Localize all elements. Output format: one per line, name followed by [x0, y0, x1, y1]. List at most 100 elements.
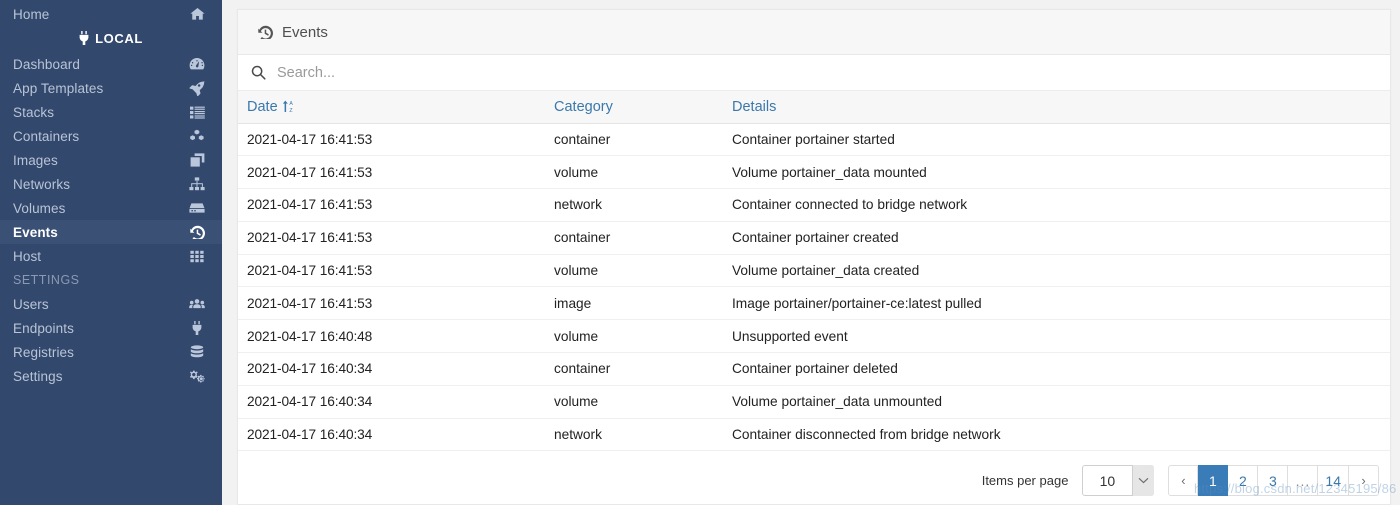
cell-category: volume	[546, 155, 724, 190]
panel-header: Events	[238, 10, 1390, 55]
sort-alpha-up-icon: A Z	[282, 100, 296, 113]
items-per-page-select[interactable]: 102550100	[1082, 465, 1155, 496]
table-row[interactable]: 2021-04-17 16:41:53 container Container po…	[238, 221, 1390, 255]
cell-details: Volume portainer_data created	[724, 254, 1390, 288]
sidebar-item-containers[interactable]: Containers	[0, 124, 222, 148]
main-content: Events Date	[222, 0, 1400, 505]
cubes-icon	[189, 128, 205, 144]
pagination-next-button[interactable]: ›	[1349, 465, 1379, 496]
table-row[interactable]: 2021-04-17 16:40:34 network Container disc…	[238, 418, 1390, 452]
sidebar-item-stacks[interactable]: Stacks	[0, 100, 222, 124]
search-icon	[251, 65, 266, 80]
home-icon	[189, 6, 205, 22]
sidebar-item-app-templates[interactable]: App Templates	[0, 76, 222, 100]
sidebar-item-label: Host	[13, 248, 42, 264]
column-header-details-label: Details	[732, 98, 777, 115]
column-header-date-label: Date	[247, 98, 278, 115]
cell-date: 2021-04-17 16:41:53	[238, 221, 546, 255]
sidebar-item-volumes[interactable]: Volumes	[0, 196, 222, 220]
sidebar-item-label: App Templates	[13, 80, 104, 96]
table-row[interactable]: 2021-04-17 16:40:48 volume Unsupported eve…	[238, 319, 1390, 354]
history-icon	[189, 224, 205, 240]
sidebar-item-settings[interactable]: Settings	[0, 364, 222, 388]
sidebar-item-networks[interactable]: Networks	[0, 172, 222, 196]
table-header-row: Date A Z Category Details	[238, 91, 1390, 124]
pagination[interactable]: ‹ 1 2 3... 14 ›	[1168, 465, 1379, 496]
table-header: Date A Z Category Details	[238, 91, 1390, 124]
search-bar[interactable]	[238, 55, 1390, 91]
table-row[interactable]: 2021-04-17 16:41:53 volume Volume portaine…	[238, 155, 1390, 190]
sidebar-item-host[interactable]: Host	[0, 244, 222, 268]
list-icon	[189, 104, 205, 120]
sidebar-item-label: Networks	[13, 176, 71, 192]
sidebar-item-label: Events	[13, 224, 58, 240]
database-icon	[189, 344, 205, 360]
endpoint-label-local: LOCAL	[0, 26, 222, 50]
column-header-details[interactable]: Details	[724, 91, 1390, 124]
sidebar-item-images[interactable]: Images	[0, 148, 222, 172]
sitemap-icon	[189, 176, 205, 192]
pagination-prev-button[interactable]: ‹	[1168, 465, 1199, 496]
sidebar-item-home[interactable]: Home	[0, 2, 222, 26]
sidebar: Home LOCAL Dashboard App Templates Stack…	[0, 0, 222, 505]
cell-category: volume	[546, 254, 724, 288]
sidebar-item-registries[interactable]: Registries	[0, 340, 222, 364]
table-footer: Items per page 102550100 ‹123...14›	[238, 457, 1390, 504]
rocket-icon	[189, 80, 205, 96]
table-row[interactable]: 2021-04-17 16:41:53 network Container conn…	[238, 188, 1390, 222]
pagination-page-2[interactable]: 2	[1228, 465, 1259, 496]
clone-icon	[189, 152, 205, 168]
sidebar-item-label: Settings	[13, 368, 63, 384]
cell-category: image	[546, 286, 724, 321]
table-row[interactable]: 2021-04-17 16:41:53 volume Volume portaine…	[238, 254, 1390, 288]
sidebar-item-users[interactable]: Users	[0, 292, 222, 316]
cell-category: container	[546, 352, 724, 386]
cell-details: Volume portainer_data mounted	[724, 155, 1390, 190]
cell-category: volume	[546, 385, 724, 419]
plug-icon	[79, 31, 89, 45]
pagination-page-14[interactable]: 14	[1318, 465, 1349, 496]
sidebar-item-label: Users	[13, 296, 49, 312]
column-header-category[interactable]: Category	[546, 91, 724, 124]
sidebar-item-dashboard[interactable]: Dashboard	[0, 52, 222, 76]
cell-details: Container portainer started	[724, 123, 1390, 157]
cell-date: 2021-04-17 16:41:53	[238, 254, 546, 288]
events-table: Date A Z Category Details 2021-04-17 16:…	[238, 91, 1390, 452]
items-per-page-control[interactable]: 102550100	[1082, 465, 1155, 496]
table-row[interactable]: 2021-04-17 16:41:53 container Container po…	[238, 123, 1390, 157]
cell-date: 2021-04-17 16:41:53	[238, 123, 546, 157]
cell-date: 2021-04-17 16:40:48	[238, 319, 546, 354]
cell-details: Image portainer/portainer-ce:latest pull…	[724, 286, 1390, 321]
cell-details: Container disconnected from bridge netwo…	[724, 418, 1390, 452]
endpoint-name: LOCAL	[95, 30, 143, 46]
sidebar-item-events[interactable]: Events	[0, 220, 222, 244]
sidebar-item-endpoints[interactable]: Endpoints	[0, 316, 222, 340]
sidebar-item-label: Stacks	[13, 104, 55, 120]
users-icon	[189, 296, 205, 312]
sidebar-item-label: Images	[13, 152, 58, 168]
column-header-date[interactable]: Date A Z	[238, 91, 546, 124]
sidebar-item-label: Volumes	[13, 200, 66, 216]
cell-details: Volume portainer_data unmounted	[724, 385, 1390, 419]
sidebar-item-label: Registries	[13, 344, 75, 360]
cell-date: 2021-04-17 16:40:34	[238, 418, 546, 452]
cell-category: network	[546, 188, 724, 222]
pagination-page-3[interactable]: 3	[1258, 465, 1289, 496]
app-root: Home LOCAL Dashboard App Templates Stack…	[0, 0, 1400, 505]
pagination-page-1[interactable]: 1	[1198, 465, 1229, 496]
cell-date: 2021-04-17 16:41:53	[238, 286, 546, 321]
search-input[interactable]	[277, 64, 1373, 81]
column-header-category-label: Category	[554, 98, 613, 115]
sidebar-item-label: Containers	[13, 128, 80, 144]
panel-title: Events	[282, 23, 328, 41]
cell-date: 2021-04-17 16:41:53	[238, 188, 546, 222]
cell-details: Unsupported event	[724, 319, 1390, 354]
events-panel: Events Date	[237, 9, 1391, 505]
table-row[interactable]: 2021-04-17 16:41:53 image Image portainer/…	[238, 286, 1390, 321]
cell-details: Container connected to bridge network	[724, 188, 1390, 222]
table-row[interactable]: 2021-04-17 16:40:34 container Container po…	[238, 352, 1390, 386]
cell-details: Container portainer deleted	[724, 352, 1390, 386]
svg-text:Z: Z	[289, 108, 292, 113]
cell-date: 2021-04-17 16:40:34	[238, 352, 546, 386]
table-row[interactable]: 2021-04-17 16:40:34 volume Volume portaine…	[238, 385, 1390, 419]
